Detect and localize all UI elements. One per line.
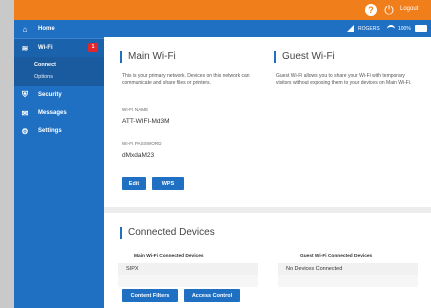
wps-button[interactable]: WPS — [152, 177, 184, 190]
battery-icon — [415, 25, 427, 32]
wifi-name-value: ATT-WIFI-Md3M — [122, 118, 170, 125]
table-row — [278, 275, 418, 287]
sidebar-item-settings[interactable]: ⚙ Settings — [14, 122, 104, 140]
sidebar-item-home[interactable]: ⌂ Home — [14, 20, 104, 38]
sidebar: ⌂ Home ≋ Wi-Fi 1 Connect Options ⛨ Secur… — [14, 20, 104, 308]
wifi-subnav: Connect Options — [14, 57, 104, 86]
sidebar-item-security[interactable]: ⛨ Security — [14, 86, 104, 104]
logout-link[interactable]: Logout — [400, 6, 418, 12]
subnav-item-connect[interactable]: Connect — [14, 59, 104, 71]
main-wifi-title: Main Wi-Fi — [120, 51, 176, 63]
shield-icon: ⛨ — [22, 90, 28, 99]
connected-devices-card: Connected Devices Main Wi-Fi Connected D… — [104, 213, 431, 308]
top-bar: ? ⏻ Logout — [14, 0, 431, 20]
connected-devices-title: Connected Devices — [120, 227, 215, 239]
wifi-card: Main Wi-Fi This is your primary network.… — [104, 37, 431, 207]
main-wifi-description: This is your primary network. Devices on… — [122, 73, 250, 86]
notification-badge: 1 — [88, 43, 98, 52]
sidebar-item-label: Security — [38, 92, 62, 98]
table-row: No Devices Connected — [278, 263, 418, 275]
app-window: ? ⏻ Logout ⌂ Home ≋ Wi-Fi 1 Connect Opti… — [14, 0, 431, 308]
envelope-icon: ✉ — [21, 108, 29, 118]
gear-icon: ⚙ — [21, 126, 29, 136]
wifi-icon: ≋ — [21, 43, 29, 53]
sidebar-item-wifi[interactable]: ≋ Wi-Fi 1 — [14, 39, 104, 57]
sidebar-item-label: Messages — [38, 110, 67, 116]
subnav-item-options[interactable]: Options — [14, 71, 104, 83]
signal-icon — [347, 25, 354, 32]
home-icon: ⌂ — [22, 24, 28, 34]
sidebar-item-messages[interactable]: ✉ Messages — [14, 104, 104, 122]
wifi-password-label: WI-FI PASSWORD — [122, 141, 162, 146]
sidebar-item-label: Wi-Fi — [38, 45, 53, 51]
status-bar: ROGERS 100% — [104, 20, 431, 37]
sidebar-item-label: Settings — [38, 128, 62, 134]
wifi-signal-icon — [387, 25, 395, 32]
guest-wifi-title: Guest Wi-Fi — [274, 51, 335, 63]
wifi-password-value: dMxdaM23 — [122, 152, 155, 159]
carrier-name: ROGERS — [358, 26, 380, 32]
sidebar-item-label: Home — [38, 26, 55, 32]
main-devices-header: Main Wi-Fi Connected Devices — [134, 254, 204, 259]
table-row — [118, 275, 258, 287]
wifi-name-label: WI-FI NAME — [122, 107, 149, 112]
guest-devices-header: Guest Wi-Fi Connected Devices — [300, 254, 373, 259]
help-icon[interactable]: ? — [365, 4, 377, 16]
power-icon[interactable]: ⏻ — [383, 4, 395, 16]
battery-percent: 100% — [398, 26, 411, 32]
access-control-button[interactable]: Access Control — [184, 289, 240, 302]
content-filters-button[interactable]: Content Filters — [122, 289, 178, 302]
guest-wifi-description: Guest Wi-Fi allows you to share your Wi-… — [276, 73, 412, 86]
edit-button[interactable]: Edit — [122, 177, 146, 190]
table-row: SIPX — [118, 263, 258, 275]
